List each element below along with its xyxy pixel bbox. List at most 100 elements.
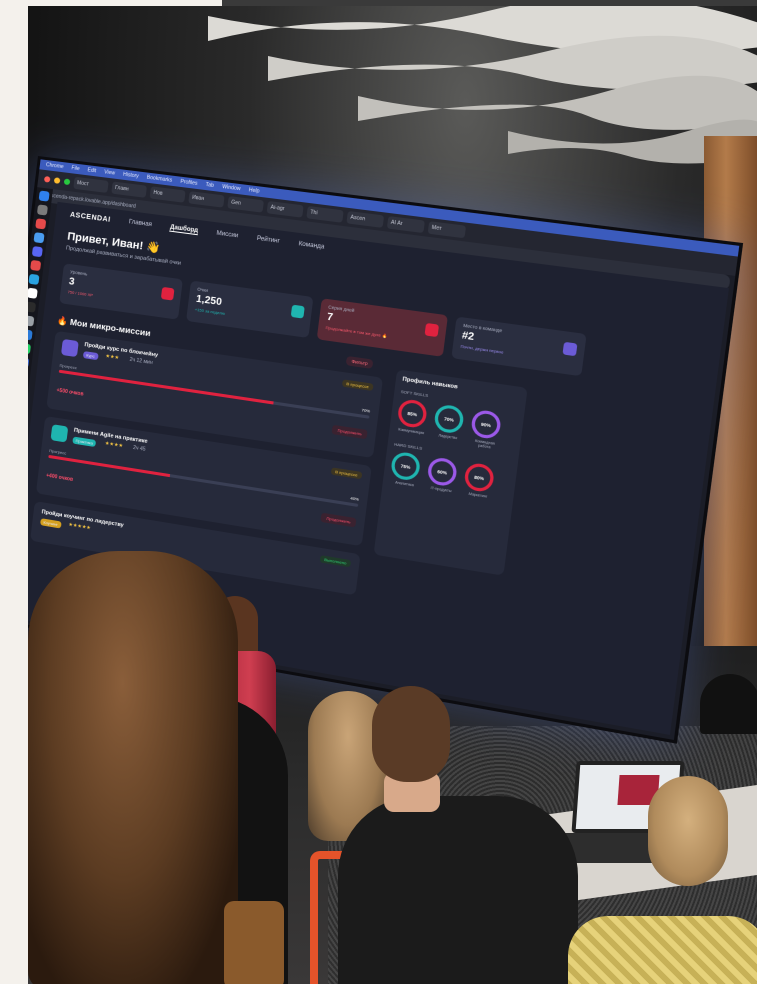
- progress-fill: [58, 369, 275, 405]
- medal-icon: [562, 341, 578, 357]
- flame-icon: [424, 322, 440, 338]
- ceiling-waves: [208, 6, 757, 164]
- difficulty-stars: ★★★★: [104, 440, 124, 450]
- menu-edit[interactable]: Edit: [87, 167, 96, 174]
- discord-icon[interactable]: [31, 246, 43, 258]
- app-icon[interactable]: [28, 315, 35, 327]
- ring-label: Маркетинг: [468, 491, 488, 499]
- ring-label: IT-продукты: [430, 485, 452, 494]
- browser-tab[interactable]: Мост: [73, 176, 109, 193]
- mission-reward: +400 очков: [45, 472, 74, 483]
- whatsapp-icon[interactable]: [28, 342, 32, 355]
- safari-icon[interactable]: [33, 232, 45, 244]
- ring-label: Лидерство: [438, 433, 458, 441]
- menu-bookmarks[interactable]: Bookmarks: [146, 175, 172, 184]
- stat-card-rank: Место в команде #2 Почти, держи первое: [451, 316, 587, 377]
- browser-tab[interactable]: Главн: [111, 181, 147, 198]
- skill-ring: 80% Маркетинг: [462, 461, 497, 500]
- brown-bag: [224, 901, 284, 984]
- launchpad-icon[interactable]: [36, 204, 48, 216]
- skill-ring: 75% Аналитика: [389, 450, 423, 489]
- ring-value: 75%: [389, 450, 422, 482]
- app-icon[interactable]: [28, 329, 33, 341]
- nav-missions[interactable]: Миссии: [216, 231, 238, 240]
- foreground-woman-hair: [28, 551, 238, 984]
- menu-profiles[interactable]: Profiles: [180, 179, 198, 187]
- browser-tab[interactable]: Gen: [227, 196, 264, 213]
- browser-tab[interactable]: Thi: [306, 205, 344, 223]
- mission-duration: 2ч 12 мин: [129, 356, 153, 367]
- menu-window[interactable]: Window: [222, 184, 241, 192]
- close-window-icon[interactable]: [43, 175, 51, 183]
- status-badge: В процессе: [341, 379, 374, 391]
- stat-card-level: Уровень 3 750 / 1000 XP: [59, 263, 183, 320]
- skill-ring: 70% Лидерство: [432, 403, 467, 445]
- ring-label: Коммуникация: [398, 427, 425, 436]
- plaid-shirt: [568, 916, 757, 984]
- ring-value: 70%: [433, 403, 465, 435]
- head: [372, 686, 450, 782]
- stat-card-streak: Серия дней 7 Продолжайте в том же духе 🔥: [316, 298, 448, 357]
- ring-value: 80%: [463, 461, 496, 494]
- menu-history[interactable]: History: [123, 172, 139, 180]
- browser-tab[interactable]: Нов: [149, 186, 186, 203]
- nav-rating[interactable]: Рейтинг: [256, 236, 280, 245]
- browser-tab[interactable]: Ascen: [346, 210, 385, 228]
- event-photo: Chrome File Edit View History Bookmarks …: [28, 6, 757, 984]
- status-badge: Выполнено: [319, 555, 352, 568]
- app-icon[interactable]: [35, 218, 47, 230]
- terminal-icon[interactable]: [28, 301, 37, 313]
- progress-bar: [48, 454, 359, 507]
- ring-value: 60%: [426, 456, 459, 488]
- progress-fill: [48, 454, 170, 478]
- maximize-window-icon[interactable]: [63, 178, 71, 186]
- umbrella: [700, 674, 757, 734]
- difficulty-stars: ★★★★★: [68, 521, 92, 532]
- seated-woman-plaid: [568, 776, 757, 984]
- logo[interactable]: ASCENDAI: [70, 211, 111, 223]
- status-badge: В процессе: [330, 467, 363, 480]
- ring-value: 90%: [470, 408, 503, 441]
- nav-dashboard[interactable]: Дашборд: [169, 224, 199, 235]
- ring-value: 85%: [396, 398, 429, 430]
- minimize-window-icon[interactable]: [53, 177, 61, 184]
- filter-button[interactable]: Фильтр: [345, 355, 374, 369]
- mission-reward: +500 очков: [56, 387, 84, 398]
- app-icon[interactable]: [30, 259, 42, 272]
- telegram-icon[interactable]: [28, 273, 40, 286]
- menu-file[interactable]: File: [71, 165, 80, 172]
- nav-team[interactable]: Команда: [298, 241, 324, 250]
- black-tshirt: [338, 796, 578, 984]
- menu-view[interactable]: View: [104, 169, 116, 176]
- coin-icon: [290, 304, 305, 319]
- continue-button[interactable]: Продолжить: [331, 424, 368, 440]
- mission-duration: 2ч 45: [132, 444, 146, 453]
- mission-tag: Коучинг: [40, 518, 62, 529]
- browser-tab[interactable]: AI Ar: [386, 216, 425, 234]
- menu-tab[interactable]: Tab: [205, 182, 214, 189]
- progress-percent: 70%: [361, 407, 371, 414]
- progress-bar: [58, 369, 370, 419]
- app-icon[interactable]: [28, 356, 30, 369]
- browser-tab[interactable]: Мет: [427, 221, 467, 239]
- menu-help[interactable]: Help: [248, 187, 259, 194]
- skill-ring: 90% Командная работа: [469, 408, 504, 451]
- mission-tag: Практика: [72, 436, 97, 448]
- ring-label: Аналитика: [394, 480, 414, 488]
- continue-button[interactable]: Продолжить: [320, 512, 357, 528]
- ring-label: Командная работа: [474, 438, 496, 450]
- menu-chrome[interactable]: Chrome: [46, 162, 64, 170]
- book-icon: [60, 338, 79, 358]
- app-icon[interactable]: [28, 287, 38, 299]
- seated-man: [328, 686, 578, 984]
- nav-home[interactable]: Главная: [128, 219, 152, 228]
- mission-tag: Курс: [82, 351, 99, 361]
- browser-tab[interactable]: Иван: [188, 191, 225, 208]
- stat-card-points: Очки 1,250 +150 за неделю: [186, 280, 314, 338]
- finder-icon[interactable]: [38, 190, 50, 202]
- progress-label: Прогресс: [59, 362, 78, 371]
- browser-tab[interactable]: Ai-agr: [266, 200, 304, 218]
- difficulty-stars: ★★★: [105, 353, 120, 362]
- progress-percent: 40%: [350, 495, 360, 502]
- trophy-icon: [160, 286, 175, 301]
